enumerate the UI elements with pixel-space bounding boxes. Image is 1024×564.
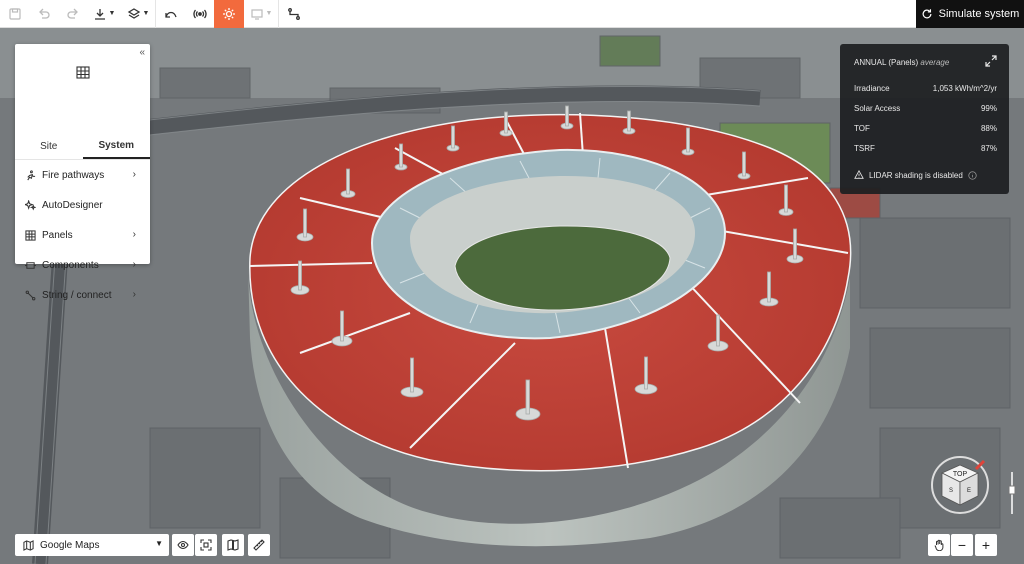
chevron-right-icon: › — [132, 229, 136, 240]
orientation-cube[interactable]: TOP S E — [930, 455, 990, 515]
stat-value: 88% — [980, 124, 997, 133]
chevron-down-icon: ▼ — [108, 10, 116, 17]
string-icon — [25, 290, 36, 300]
menu-item-label: Components — [42, 259, 99, 271]
stats-header: ANNUAL (Panels) average — [854, 58, 949, 67]
stat-row-tsrf: TSRF 87% — [854, 144, 997, 153]
download-icon[interactable]: ▼ — [87, 0, 121, 28]
refresh-icon — [922, 9, 932, 19]
stat-label: Irradiance — [854, 84, 890, 93]
curve-tool-icon[interactable] — [156, 0, 185, 28]
side-panel: « Site System Fire pathways › AutoDesign… — [15, 44, 150, 301]
person-running-icon — [27, 169, 36, 180]
component-icon — [25, 261, 36, 269]
zoom-in-button[interactable]: + — [975, 534, 997, 556]
stat-label: TOF — [854, 124, 870, 133]
stat-label: Solar Access — [854, 104, 901, 113]
layers-icon[interactable]: ▼ — [121, 0, 155, 28]
sun-icon[interactable] — [214, 0, 244, 28]
chevron-right-icon: › — [132, 259, 136, 270]
hand-icon — [934, 539, 944, 551]
redo-icon[interactable] — [58, 0, 87, 28]
undo-icon[interactable] — [29, 0, 58, 28]
sparkle-icon — [25, 199, 36, 211]
cube-south-label: S — [949, 488, 953, 494]
stat-row-tof: TOF 88% — [854, 124, 997, 133]
cube-top-label: TOP — [953, 471, 968, 478]
system-menu: Fire pathways › AutoDesigner Panels › Co… — [15, 160, 150, 310]
chevron-down-icon: ▼ — [265, 10, 273, 17]
cube-east-label: E — [967, 488, 971, 494]
menu-item-string-connect[interactable]: String / connect › — [15, 280, 150, 310]
tab-site[interactable]: Site — [15, 134, 83, 159]
stat-row-irradiance: Irradiance 1,053 kWh/m^2/yr — [854, 84, 997, 93]
save-icon[interactable] — [0, 0, 29, 28]
stats-title: ANNUAL (Panels) — [854, 58, 919, 67]
chevron-down-icon: ▼ — [155, 539, 163, 548]
grid-icon — [25, 229, 36, 241]
annual-stats-panel: ANNUAL (Panels) average Irradiance 1,053… — [840, 44, 1009, 194]
ruler-icon — [253, 539, 265, 551]
stat-value: 87% — [980, 144, 997, 153]
expand-icon[interactable] — [985, 55, 997, 67]
panels-grid-icon — [76, 66, 90, 79]
map-provider-value: Google Maps — [40, 539, 100, 551]
measure-button[interactable] — [248, 534, 270, 556]
simulate-system-label: Simulate system — [938, 8, 1020, 20]
menu-item-label: String / connect — [42, 289, 112, 301]
lidar-warning: LIDAR shading is disabled — [854, 170, 977, 180]
split-view-button[interactable] — [222, 534, 244, 556]
zoom-out-button[interactable]: − — [951, 534, 973, 556]
chevron-right-icon: › — [132, 169, 136, 180]
split-map-icon — [227, 539, 239, 551]
signal-icon[interactable] — [185, 0, 214, 28]
info-icon[interactable] — [968, 170, 977, 180]
menu-item-label: AutoDesigner — [42, 199, 103, 211]
tab-system[interactable]: System — [82, 134, 150, 159]
stat-row-solar-access: Solar Access 99% — [854, 104, 997, 113]
menu-item-components[interactable]: Components › — [15, 250, 150, 280]
stat-label: TSRF — [854, 144, 875, 153]
visibility-button[interactable] — [172, 534, 194, 556]
stat-value: 99% — [980, 104, 997, 113]
route-icon[interactable] — [279, 0, 308, 28]
monitor-icon[interactable]: ▼ — [244, 0, 278, 28]
map-provider-select[interactable]: Google Maps ▼ — [15, 534, 169, 556]
fit-frame-icon — [200, 539, 212, 551]
menu-item-label: Fire pathways — [42, 169, 105, 181]
warning-icon — [854, 170, 864, 179]
panel-tabs: Site System — [15, 134, 150, 160]
top-toolbar: ▼ ▼ ▼ Simulate system — [0, 0, 1024, 28]
stat-value: 1,053 kWh/m^2/yr — [932, 84, 997, 93]
menu-item-autodesigner[interactable]: AutoDesigner — [15, 190, 150, 220]
tilt-slider[interactable] — [1008, 470, 1016, 516]
map-icon — [23, 539, 34, 551]
pan-hand-button[interactable] — [928, 534, 950, 556]
chevron-down-icon: ▼ — [142, 10, 150, 17]
collapse-panel-icon[interactable]: « — [139, 47, 145, 58]
stats-subtitle: average — [920, 58, 950, 67]
menu-item-label: Panels — [42, 229, 73, 241]
simulate-system-button[interactable]: Simulate system — [916, 0, 1024, 28]
fit-view-button[interactable] — [195, 534, 217, 556]
eye-icon — [177, 540, 189, 550]
menu-item-panels[interactable]: Panels › — [15, 220, 150, 250]
chevron-right-icon: › — [132, 289, 136, 300]
menu-item-fire-pathways[interactable]: Fire pathways › — [15, 160, 150, 190]
lidar-warning-text: LIDAR shading is disabled — [869, 170, 963, 180]
